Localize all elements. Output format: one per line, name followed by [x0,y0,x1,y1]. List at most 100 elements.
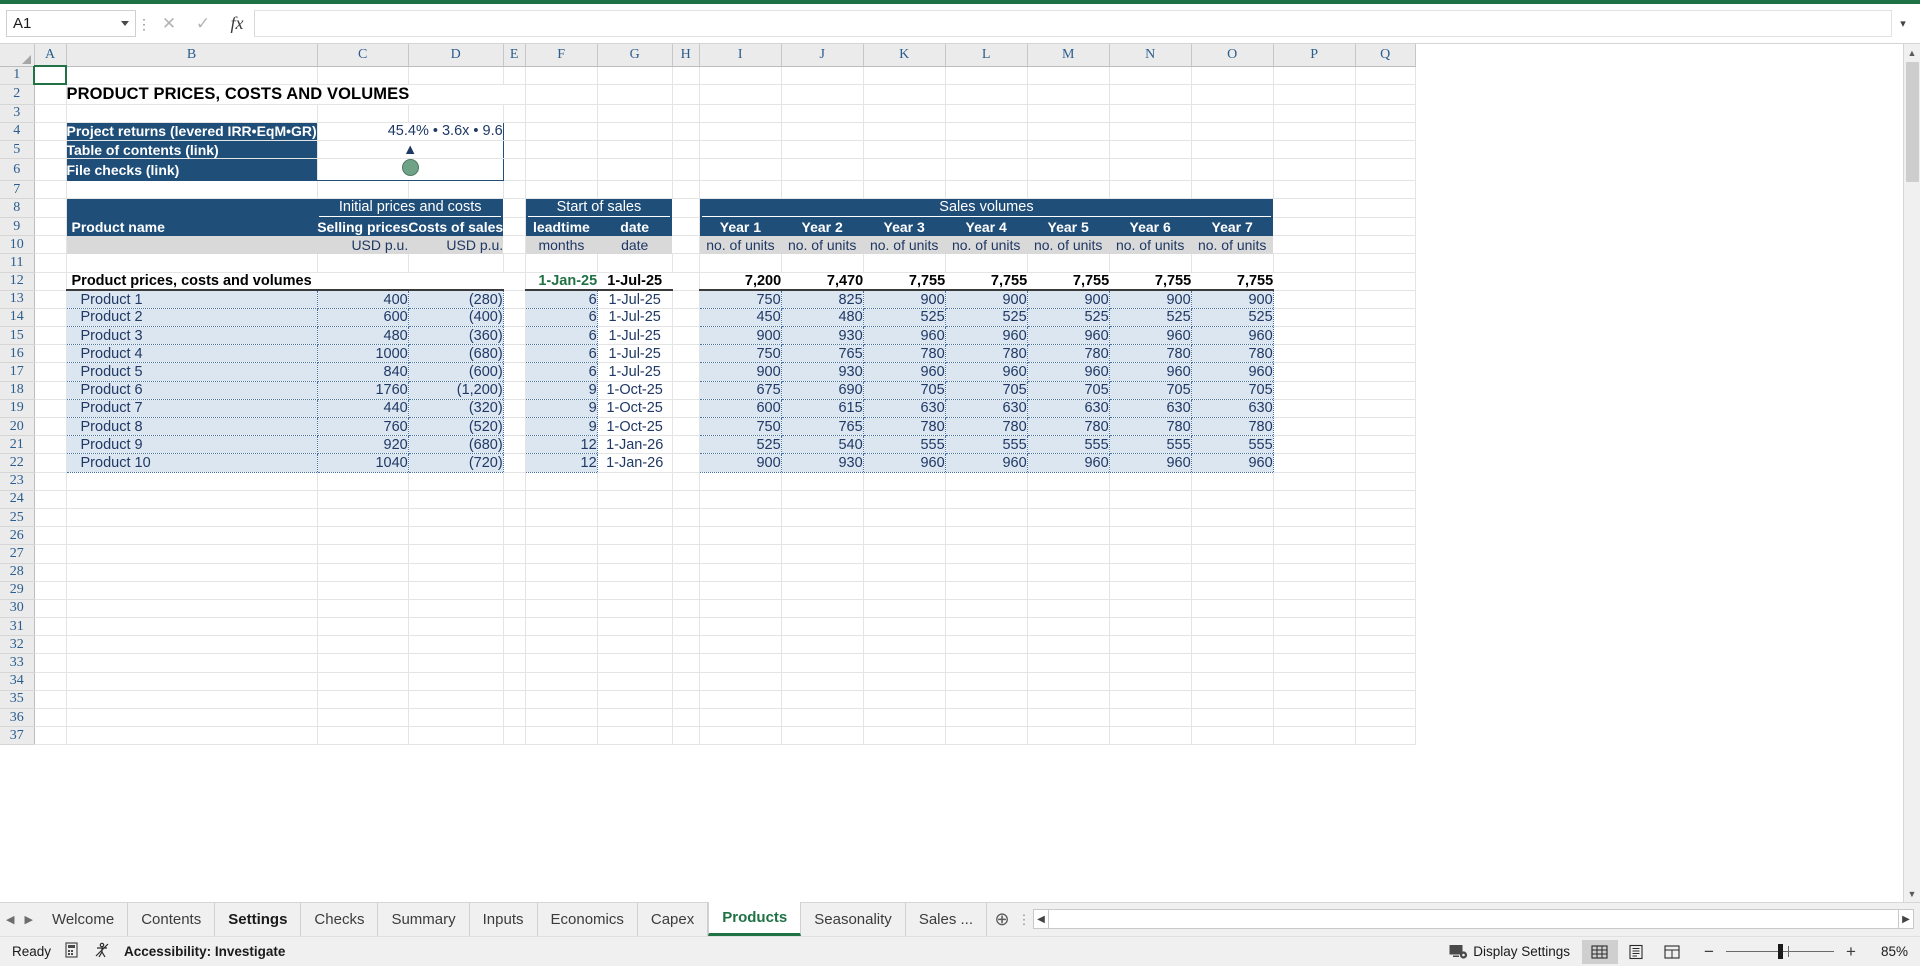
product-volume-year-3[interactable]: 900 [862,290,946,309]
product-cost-of-sales[interactable]: (680) [407,344,504,364]
grid-cell[interactable] [1191,472,1274,491]
product-volume-year-4[interactable]: 630 [944,399,1028,419]
grid-cell[interactable] [945,653,1028,673]
product-volume-year-6[interactable]: 960 [1108,453,1192,473]
info-link-file-checks[interactable]: File checks (link) [65,158,318,182]
product-volume-year-2[interactable]: 480 [780,308,864,328]
grid-cell[interactable] [34,726,67,746]
grid-cell[interactable] [1191,672,1274,691]
grid-cell[interactable] [863,581,946,600]
product-volume-year-2[interactable]: 765 [780,344,864,364]
grid-cell[interactable] [781,158,864,182]
column-header-L[interactable]: L [945,44,1028,67]
grid-cell[interactable] [34,690,67,710]
grid-cell[interactable] [66,708,318,728]
product-volume-year-4[interactable]: 960 [944,362,1028,382]
grid-cell[interactable] [408,581,504,600]
grid-cell[interactable] [672,180,700,200]
product-name[interactable]: Product 3 [65,326,318,346]
grid-cell[interactable] [66,617,318,637]
confirm-icon[interactable]: ✓ [186,10,220,37]
grid-cell[interactable] [672,690,700,710]
grid-cell[interactable] [503,122,526,142]
cancel-icon[interactable]: ✕ [152,10,186,37]
grid-cell[interactable] [34,235,67,255]
product-cost-of-sales[interactable]: (280) [407,290,504,309]
product-volume-year-4[interactable]: 780 [944,417,1028,437]
grid-cell[interactable] [699,526,782,546]
grid-cell[interactable] [525,653,598,673]
column-header-I[interactable]: I [699,44,782,67]
new-sheet-button[interactable]: ⊕ [987,903,1017,936]
grid-cell[interactable] [503,672,526,691]
grid-cell[interactable] [34,490,67,509]
grid-cell[interactable] [1273,198,1356,218]
grid-cell[interactable] [699,490,782,509]
formula-bar-handle-icon[interactable]: ⋮ [136,17,152,31]
product-volume-year-7[interactable]: 960 [1190,326,1274,346]
product-selling-price[interactable]: 1760 [316,381,409,400]
grid-cell[interactable] [597,180,673,200]
grid-cell[interactable] [945,66,1028,85]
grid-cell[interactable] [1027,140,1110,160]
info-link-table-of-contents[interactable]: Table of contents (link) [65,140,318,160]
product-volume-year-5[interactable]: 525 [1026,308,1110,328]
grid-cell[interactable] [699,84,782,105]
product-volume-year-4[interactable]: 960 [944,326,1028,346]
grid-cell[interactable] [781,690,864,710]
product-volume-year-6[interactable]: 630 [1108,399,1192,419]
grid-cell[interactable] [1273,381,1356,400]
grid-cell[interactable] [1109,526,1192,546]
grid-cell[interactable] [1109,672,1192,691]
grid-cell[interactable] [945,180,1028,200]
grid-cell[interactable] [672,104,700,123]
grid-cell[interactable] [863,508,946,528]
vertical-scrollbar[interactable]: ▲ ▼ [1903,44,1920,902]
grid-cell[interactable] [1109,726,1192,746]
grid-cell[interactable] [781,526,864,546]
grid-cell[interactable] [34,508,67,528]
product-volume-year-2[interactable]: 690 [780,381,864,400]
grid-cell[interactable] [525,66,598,85]
grid-cell[interactable] [945,526,1028,546]
grid-cell[interactable] [317,690,409,710]
product-volume-year-7[interactable]: 960 [1190,362,1274,382]
row-header-8[interactable]: 8 [0,198,35,218]
grid-cell[interactable] [317,253,409,273]
grid-cell[interactable] [672,158,700,182]
display-settings-button[interactable]: Display Settings [1437,944,1582,960]
grid-cell[interactable] [1191,158,1274,182]
grid-cell[interactable] [66,253,318,273]
grid-cell[interactable] [1191,563,1274,582]
product-volume-year-4[interactable]: 555 [944,435,1028,455]
product-volume-year-6[interactable]: 960 [1108,326,1192,346]
product-volume-year-3[interactable]: 705 [862,381,946,400]
name-box[interactable]: A1 [6,10,136,37]
grid-cell[interactable] [672,708,700,728]
grid-cell[interactable] [317,563,409,582]
grid-cell[interactable] [597,544,673,564]
product-volume-year-1[interactable]: 525 [698,435,782,455]
grid-cell[interactable] [1109,490,1192,509]
grid-cell[interactable] [781,253,864,273]
grid-cell[interactable] [863,635,946,655]
grid-cell[interactable] [863,672,946,691]
grid-cell[interactable] [1027,599,1110,619]
info-label-project-returns[interactable]: Project returns (levered IRR•EqM•GR) [65,121,318,142]
grid-cell[interactable] [863,544,946,564]
grid-cell[interactable] [1109,581,1192,600]
product-name[interactable]: Product 5 [65,362,318,382]
product-leadtime[interactable]: 9 [524,399,598,419]
product-volume-year-6[interactable]: 525 [1108,308,1192,328]
row-header-7[interactable]: 7 [0,180,35,200]
grid-cell[interactable] [1355,599,1416,619]
grid-cell[interactable] [1191,84,1274,105]
grid-cell[interactable] [1027,563,1110,582]
grid-cell[interactable] [34,617,67,637]
product-volume-year-4[interactable]: 780 [944,344,1028,364]
grid-cell[interactable] [597,708,673,728]
grid-cell[interactable] [863,726,946,746]
grid-cell[interactable] [34,599,67,619]
grid-cell[interactable] [1109,635,1192,655]
grid-cell[interactable] [408,617,504,637]
